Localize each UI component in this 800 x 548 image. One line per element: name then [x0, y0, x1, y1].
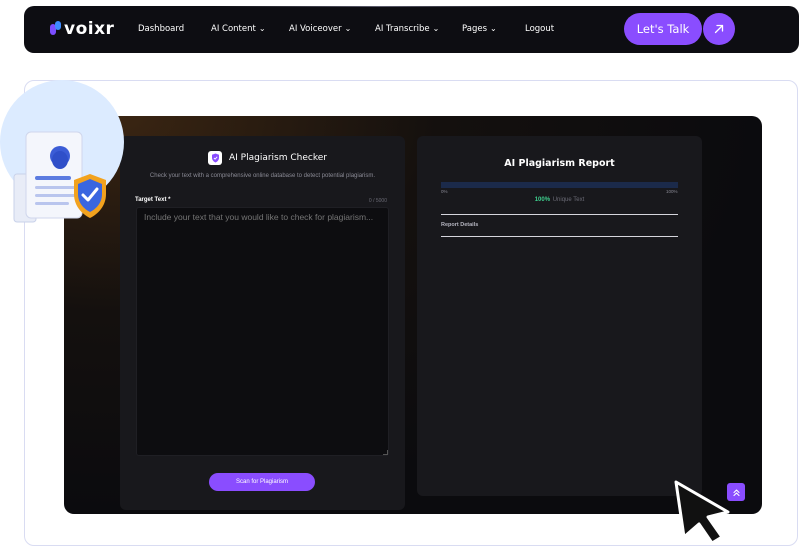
- top-navbar: voixr Dashboard AI Content ⌄ AI Voiceove…: [24, 6, 799, 53]
- unique-text-summary: 100% Unique Text: [417, 197, 702, 203]
- nav-pages[interactable]: Pages ⌄: [462, 23, 497, 35]
- plagiarism-app-panel: AI Plagiarism Checker Check your text wi…: [64, 116, 762, 514]
- chevron-down-icon: ⌄: [344, 23, 352, 33]
- unique-label: Unique Text: [552, 197, 585, 203]
- mouse-pointer-icon: [674, 480, 730, 545]
- chevron-down-icon: ⌄: [432, 23, 440, 33]
- nav-dashboard[interactable]: Dashboard: [138, 24, 184, 34]
- nav-ai-transcribe-label: AI Transcribe: [375, 24, 430, 34]
- resize-handle-icon[interactable]: [383, 450, 388, 455]
- logo-text: voixr: [64, 19, 115, 39]
- report-divider: [441, 214, 678, 215]
- unique-percent: 100%: [534, 197, 551, 203]
- scan-for-plagiarism-button[interactable]: Scan for Plagiarism: [209, 473, 315, 491]
- char-counter: 0 / 5000: [368, 198, 387, 204]
- arrow-up-right-button[interactable]: [703, 13, 735, 45]
- progress-min-label: 0%: [441, 189, 448, 194]
- chevron-down-icon: ⌄: [258, 23, 266, 33]
- nav-pages-label: Pages: [462, 24, 488, 34]
- nav-ai-content[interactable]: AI Content ⌄: [211, 23, 266, 35]
- target-text-label: Target Text *: [135, 197, 171, 203]
- shield-check-icon: [208, 151, 222, 165]
- document-shield-icon: [13, 131, 106, 223]
- arrow-up-right-icon: [714, 24, 724, 34]
- report-details-heading: Report Details: [441, 222, 479, 228]
- progress-fill: [441, 182, 678, 188]
- checker-card: AI Plagiarism Checker Check your text wi…: [120, 136, 405, 510]
- nav-top-highlight: [214, 6, 544, 7]
- brand-logo[interactable]: voixr: [50, 19, 114, 39]
- chevron-down-icon: ⌄: [490, 23, 497, 33]
- report-divider: [441, 236, 678, 237]
- progress-max-label: 100%: [666, 189, 678, 194]
- checker-title: AI Plagiarism Checker: [229, 153, 327, 163]
- nav-logout[interactable]: Logout: [525, 24, 554, 34]
- nav-ai-voiceover[interactable]: AI Voiceover ⌄: [289, 23, 352, 35]
- target-text-input[interactable]: [136, 207, 389, 456]
- lets-talk-button[interactable]: Let's Talk: [624, 13, 702, 45]
- uniqueness-progress-bar: [441, 182, 678, 188]
- nav-ai-transcribe[interactable]: AI Transcribe ⌄: [375, 23, 440, 35]
- logo-mark-icon: [50, 20, 62, 38]
- checker-description: Check your text with a comprehensive onl…: [149, 173, 376, 179]
- nav-ai-voiceover-label: AI Voiceover: [289, 24, 342, 34]
- nav-ai-content-label: AI Content: [211, 24, 256, 34]
- nav-dashboard-label: Dashboard: [138, 24, 185, 34]
- report-card: AI Plagiarism Report 0% 100% 100% Unique…: [417, 136, 702, 496]
- report-title: AI Plagiarism Report: [504, 158, 615, 169]
- nav-logout-label: Logout: [525, 24, 555, 34]
- checker-header: AI Plagiarism Checker: [208, 151, 327, 165]
